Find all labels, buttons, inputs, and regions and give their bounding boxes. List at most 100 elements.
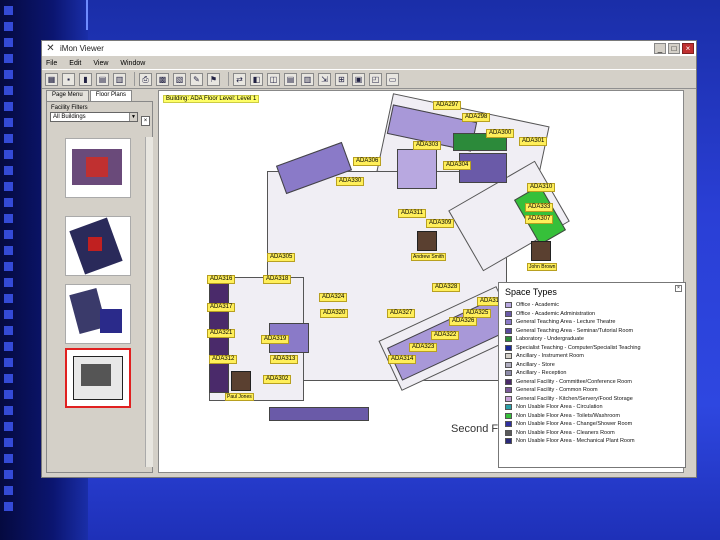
menu-window[interactable]: Window [120,60,145,67]
room-block[interactable] [269,407,369,421]
room-label[interactable]: ADA309 [426,219,455,228]
tab-page-menu[interactable]: Page Menu [46,90,89,101]
room-label[interactable]: ADA321 [207,329,236,338]
floor-thumbnail-2[interactable] [65,216,131,276]
panel-scrollbar[interactable] [145,137,153,467]
room-label[interactable]: ADA301 [519,137,548,146]
person-photo[interactable] [531,241,551,261]
legend-item: Ancillary - Store [499,361,685,370]
room-label[interactable]: ADA302 [263,375,292,384]
report-icon[interactable]: ▤ [284,72,297,86]
tile-icon[interactable]: ◰ [369,72,382,86]
room-label[interactable]: ADA330 [336,177,365,186]
toolbar: ▦ ▪ ▮ ▤ ▥ ⎙ ▩ ▧ ✎ ⚑ ⇄ ◧ ◫ ▤ ▥ ⇲ ⊞ ▣ ◰ ▭ [42,69,696,89]
open-icon[interactable]: ▦ [45,72,58,86]
room-label[interactable]: ADA305 [267,253,296,262]
legend-label: General Teaching Area - Seminar/Tutorial… [516,327,634,334]
room-label[interactable]: ADA313 [270,355,299,364]
legend-item: Non Usable Floor Area - Circulation [499,403,685,412]
menu-file[interactable]: File [46,60,57,67]
room-label[interactable]: ADA303 [413,141,442,150]
room-label[interactable]: ADA320 [320,309,349,318]
room-label[interactable]: ADA324 [319,293,348,302]
room-label[interactable]: ADA297 [433,101,462,110]
room-label[interactable]: ADA318 [263,275,292,284]
print-icon[interactable]: ⎙ [139,72,152,86]
flag-icon[interactable]: ⚑ [207,72,220,86]
room-label[interactable]: ADA314 [388,355,417,364]
room-label[interactable]: ADA304 [443,161,472,170]
legend-item: Laboratory - Undergraduate [499,335,685,344]
chevron-down-icon[interactable]: ▼ [129,113,137,121]
stats-icon[interactable]: ▥ [301,72,314,86]
close-button[interactable]: × [682,43,694,54]
person-photo[interactable] [231,371,251,391]
room-label[interactable]: ADA319 [261,335,290,344]
layers-icon[interactable]: ◧ [250,72,263,86]
clear-filter-icon[interactable]: × [141,116,150,126]
legend-label: Ancillary - Store [516,361,555,368]
chart-icon[interactable]: ▥ [113,72,126,86]
legend-item: Non Usable Floor Area - Mechanical Plant… [499,437,685,446]
stop-icon[interactable]: ▮ [79,72,92,86]
legend-item: Non Usable Floor Area - Change/Shower Ro… [499,420,685,429]
window-icon[interactable]: ▭ [386,72,399,86]
legend-label: Non Usable Floor Area - Toilets/Washroom [516,412,620,419]
legend-swatch [505,353,512,360]
legend-item: Office - Academic [499,301,685,310]
legend-swatch [505,310,512,317]
legend-label: General Facility - Common Room [516,387,598,394]
room-label[interactable]: ADA322 [431,331,460,340]
legend-swatch [505,302,512,309]
legend-swatch [505,378,512,385]
table-icon[interactable]: ▧ [173,72,186,86]
legend-item: General Teaching Area - Lecture Theatre [499,318,685,327]
room-label[interactable]: ADA328 [432,283,461,292]
legend-label: Laboratory - Undergraduate [516,336,584,343]
room-icon[interactable]: ◫ [267,72,280,86]
menu-view[interactable]: View [93,60,108,67]
room-label[interactable]: ADA311 [398,209,426,218]
grid-icon[interactable]: ▩ [156,72,169,86]
floor-thumbnail-4[interactable] [65,348,131,408]
room-label[interactable]: ADA306 [353,157,382,166]
title-bar: ✕ iMon Viewer _ □ × [42,41,696,57]
zoom-icon[interactable]: ⊞ [335,72,348,86]
folder-icon[interactable]: ▤ [96,72,109,86]
tab-floor-plans[interactable]: Floor Plans [89,90,133,101]
app-icon: ✕ [46,43,55,54]
floor-thumbnail-1[interactable] [65,138,131,198]
person-photo[interactable] [417,231,437,251]
close-icon[interactable]: × [675,285,682,292]
room-label[interactable]: ADA323 [409,343,438,352]
route-icon[interactable]: ⇄ [233,72,246,86]
minimize-button[interactable]: _ [654,43,666,54]
building-filter-select[interactable]: All Buildings ▼ [50,112,138,122]
export-icon[interactable]: ⇲ [318,72,331,86]
room-label[interactable]: ADA298 [462,113,491,122]
room-label[interactable]: ADA326 [449,317,478,326]
floor-thumbnail-3[interactable] [65,284,131,344]
left-panel: Page Menu Floor Plans Facility Filters A… [46,90,153,473]
room-label[interactable]: ADA316 [207,275,236,284]
room-label[interactable]: ADA310 [527,183,556,192]
app-window: ✕ iMon Viewer _ □ × File Edit View Windo… [41,40,697,478]
room-label[interactable]: ADA300 [486,129,515,138]
room-label[interactable]: ADA307 [525,215,554,224]
legend-item: Office - Academic Administration [499,310,685,319]
save-icon[interactable]: ▪ [62,72,75,86]
tools-icon[interactable]: ✎ [190,72,203,86]
menu-edit[interactable]: Edit [69,60,81,67]
plan-view-icon[interactable]: ▣ [352,72,365,86]
room-label[interactable]: ADA317 [207,303,236,312]
person-name: Andrew Smith [411,253,447,261]
legend-swatch [505,336,512,343]
room-label[interactable]: ADA312 [209,355,238,364]
legend-swatch [505,404,512,411]
maximize-button[interactable]: □ [668,43,680,54]
room-label[interactable]: ADA333 [525,203,554,212]
legend-label: Ancillary - Reception [516,370,567,377]
room-block[interactable] [397,149,437,189]
room-label[interactable]: ADA327 [387,309,416,318]
filter-label: Facility Filters [51,105,88,111]
